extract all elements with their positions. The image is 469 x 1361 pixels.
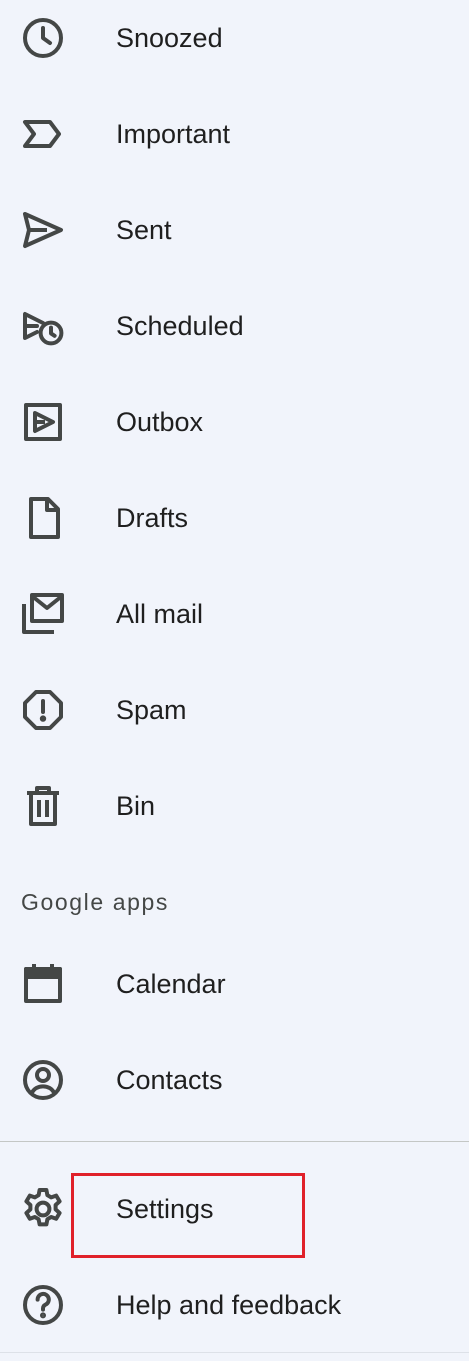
nav-item-label: Important	[116, 119, 231, 149]
nav-item-label: All mail	[116, 599, 204, 629]
important-icon	[19, 110, 67, 158]
navigation-drawer: Snoozed Important Sent Scheduled Outbox …	[0, 0, 469, 1361]
nav-item-help-and-feedback[interactable]: Help and feedback	[0, 1257, 469, 1353]
nav-item-label: Settings	[116, 1194, 214, 1224]
nav-item-calendar[interactable]: Calendar	[0, 936, 469, 1032]
outbox-icon	[19, 398, 67, 446]
nav-item-label: Snoozed	[116, 23, 223, 53]
nav-item-label: Bin	[116, 791, 156, 821]
divider	[0, 1352, 469, 1353]
nav-item-label: Spam	[116, 695, 187, 725]
nav-item-drafts[interactable]: Drafts	[0, 470, 469, 566]
nav-item-scheduled[interactable]: Scheduled	[0, 278, 469, 374]
send-icon	[19, 206, 67, 254]
contacts-icon	[19, 1056, 67, 1104]
nav-item-contacts[interactable]: Contacts	[0, 1032, 469, 1128]
nav-item-important[interactable]: Important	[0, 86, 469, 182]
section-header-google-apps: Google apps	[21, 889, 170, 915]
nav-item-label: Help and feedback	[116, 1290, 342, 1320]
nav-item-bin[interactable]: Bin	[0, 758, 469, 854]
nav-item-label: Calendar	[116, 969, 226, 999]
scheduled-send-icon	[19, 302, 67, 350]
nav-item-settings[interactable]: Settings	[0, 1161, 469, 1257]
nav-item-label: Drafts	[116, 503, 189, 533]
spam-icon	[19, 686, 67, 734]
nav-item-spam[interactable]: Spam	[0, 662, 469, 758]
nav-item-label: Contacts	[116, 1065, 223, 1095]
nav-item-label: Scheduled	[116, 311, 244, 341]
help-icon	[19, 1281, 67, 1329]
trash-icon	[19, 782, 67, 830]
nav-item-all-mail[interactable]: All mail	[0, 566, 469, 662]
gear-icon	[19, 1185, 67, 1233]
draft-icon	[19, 494, 67, 542]
nav-item-sent[interactable]: Sent	[0, 182, 469, 278]
clock-icon	[19, 14, 67, 62]
all-mail-icon	[19, 590, 67, 638]
nav-item-label: Outbox	[116, 407, 204, 437]
nav-item-label: Sent	[116, 215, 172, 245]
nav-item-outbox[interactable]: Outbox	[0, 374, 469, 470]
calendar-icon	[19, 960, 67, 1008]
divider	[0, 1141, 469, 1142]
nav-item-snoozed[interactable]: Snoozed	[0, 0, 469, 86]
